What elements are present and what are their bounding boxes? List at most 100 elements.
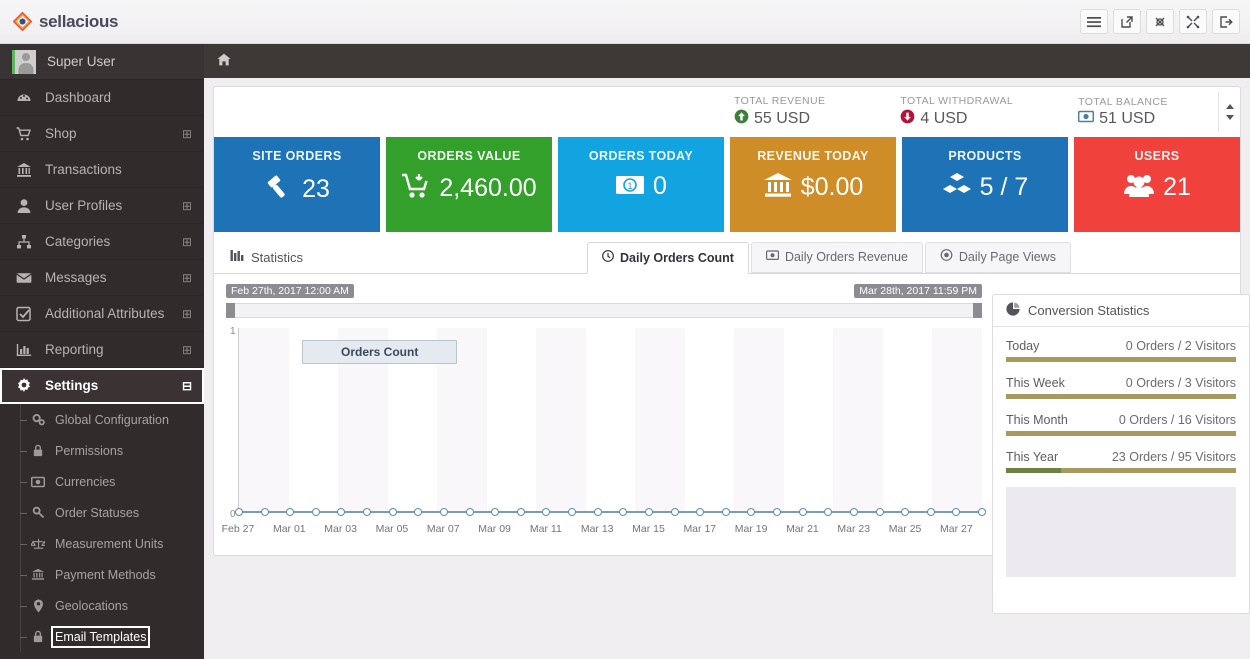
chart-data-point[interactable]: [568, 508, 577, 516]
sidebar-subitem-payment-methods[interactable]: Payment Methods: [0, 559, 204, 590]
logout-icon[interactable]: [1212, 9, 1240, 34]
range-handle-left[interactable]: [226, 303, 235, 318]
expand-indicator: ⊞: [181, 126, 192, 141]
stat-card-products[interactable]: PRODUCTS 5 / 7: [902, 137, 1068, 232]
chart-data-point[interactable]: [235, 508, 243, 516]
sidebar-item-user-profiles[interactable]: User Profiles ⊞: [0, 188, 204, 224]
chart-data-point[interactable]: [849, 508, 858, 516]
chart-data-point[interactable]: [337, 508, 346, 516]
sidebar-subitem-label: Measurement Units: [55, 536, 164, 551]
summary-value-row: 51 USD: [1078, 110, 1168, 128]
chart-data-point[interactable]: [901, 508, 910, 516]
menu-toggle-icon[interactable]: [1080, 9, 1108, 34]
sidebar-subitem-global-configuration[interactable]: Global Configuration: [0, 404, 204, 435]
tab-label: Daily Page Views: [958, 250, 1056, 264]
chart-data-point[interactable]: [363, 508, 372, 516]
envelope-icon: [14, 270, 33, 286]
expand-indicator: ⊞: [181, 270, 192, 285]
stat-cards: SITE ORDERS 23 ORDERS VALUE 2,460.00 ORD…: [214, 137, 1240, 232]
tab-daily-page-views[interactable]: Daily Page Views: [924, 242, 1071, 273]
sidebar-item-settings[interactable]: Settings ⊟: [0, 368, 204, 404]
chart-data-point[interactable]: [747, 508, 756, 516]
chart-legend-orders-count[interactable]: Orders Count: [302, 340, 458, 364]
sort-updown-icon[interactable]: [1218, 92, 1240, 132]
chart-data-point[interactable]: [926, 508, 935, 516]
chart-data-point[interactable]: [516, 508, 525, 516]
sidebar-item-dashboard[interactable]: Dashboard: [0, 80, 204, 116]
chart-data-point[interactable]: [439, 508, 448, 516]
sidebar-item-transactions[interactable]: Transactions: [0, 152, 204, 188]
cubes-icon: [942, 172, 972, 202]
sidebar-subitem-geolocations[interactable]: Geolocations: [0, 590, 204, 621]
chart-data-point[interactable]: [798, 508, 807, 516]
summary-label: TOTAL BALANCE: [1078, 96, 1168, 108]
chart-data-point[interactable]: [260, 508, 269, 516]
chart-data-point[interactable]: [773, 508, 782, 516]
preview-site-icon[interactable]: [1113, 9, 1141, 34]
summary-value: 4 USD: [920, 110, 968, 127]
home-icon[interactable]: [217, 53, 231, 69]
stat-card-orders-value[interactable]: ORDERS VALUE 2,460.00: [386, 137, 552, 232]
chart-data-point[interactable]: [491, 508, 500, 516]
x-tick-label: Feb 27: [221, 523, 255, 535]
tab-daily-orders-revenue[interactable]: Daily Orders Revenue: [750, 242, 923, 273]
sidebar-subitem-email-templates[interactable]: Email Templates: [0, 621, 204, 652]
range-start-label: Feb 27th, 2017 12:00 AM: [226, 284, 354, 298]
stat-card-orders-today[interactable]: ORDERS TODAY 1 0: [558, 137, 724, 232]
conversion-label: This Month: [1006, 413, 1068, 427]
stat-card-value: 23: [302, 174, 330, 203]
lock-icon: [30, 630, 46, 643]
chart-data-point[interactable]: [414, 508, 423, 516]
chart-data-point[interactable]: [542, 508, 551, 516]
sidebar-subitem-permissions[interactable]: Permissions: [0, 435, 204, 466]
wrench-icon: [30, 506, 46, 519]
summary-value: 55 USD: [754, 110, 811, 127]
sidebar-subitem-currencies[interactable]: Currencies: [0, 466, 204, 497]
chart-data-point[interactable]: [619, 508, 628, 516]
conversion-bar: [1006, 357, 1236, 362]
chart-data-point[interactable]: [465, 508, 474, 516]
sidebar-item-messages[interactable]: Messages ⊞: [0, 260, 204, 296]
stat-card-site-orders[interactable]: SITE ORDERS 23: [214, 137, 380, 232]
chart-data-point[interactable]: [696, 508, 705, 516]
joomla-icon[interactable]: [1146, 9, 1174, 34]
chart-data-point[interactable]: [644, 508, 653, 516]
chart-data-point[interactable]: [670, 508, 679, 516]
chart-data-point[interactable]: [721, 508, 730, 516]
sidebar-subitem-measurement-units[interactable]: Measurement Units: [0, 528, 204, 559]
date-range-slider[interactable]: [226, 303, 982, 318]
stat-card-users[interactable]: USERS 21: [1074, 137, 1240, 232]
sidebar-item-categories[interactable]: Categories ⊞: [0, 224, 204, 260]
chart-data-point[interactable]: [311, 508, 320, 516]
chart-data-point[interactable]: [593, 508, 602, 516]
stat-card-title: PRODUCTS: [948, 149, 1022, 163]
sidebar-item-additional-attributes[interactable]: Additional Attributes ⊞: [0, 296, 204, 332]
checkbox-icon: [14, 306, 33, 322]
range-handle-right[interactable]: [973, 303, 982, 318]
stat-card-revenue-today[interactable]: REVENUE TODAY $0.00: [730, 137, 896, 232]
tab-daily-orders-count[interactable]: Daily Orders Count: [587, 242, 749, 274]
chart-data-point[interactable]: [286, 508, 295, 516]
conversion-value: 23 Orders / 95 Visitors: [1111, 450, 1236, 464]
summary-total-balance: TOTAL BALANCE 51 USD: [1068, 96, 1168, 128]
sidebar-user[interactable]: Super User: [0, 44, 204, 80]
user-name: Super User: [47, 54, 116, 69]
chart-data-point[interactable]: [952, 508, 961, 516]
x-tick-label: Mar 23: [837, 523, 871, 535]
chart-data-point[interactable]: [388, 508, 397, 516]
brand-logo[interactable]: sellacious: [0, 12, 119, 32]
bank-icon: [763, 172, 793, 202]
fullscreen-icon[interactable]: [1179, 9, 1207, 34]
money-icon: [30, 476, 46, 488]
sidebar-subitem-order-statuses[interactable]: Order Statuses: [0, 497, 204, 528]
chart-data-point[interactable]: [875, 508, 884, 516]
expand-indicator: ⊞: [181, 342, 192, 357]
conversion-bar: [1006, 468, 1236, 473]
sidebar-item-shop[interactable]: Shop ⊞: [0, 116, 204, 152]
chart-data-point[interactable]: [978, 508, 986, 516]
sidebar-item-reporting[interactable]: Reporting ⊞: [0, 332, 204, 368]
stat-card-value: $0.00: [800, 172, 864, 201]
chart-data-point[interactable]: [824, 508, 833, 516]
conversion-label: This Year: [1006, 450, 1059, 464]
sidebar-subitem-label: Payment Methods: [55, 567, 156, 582]
